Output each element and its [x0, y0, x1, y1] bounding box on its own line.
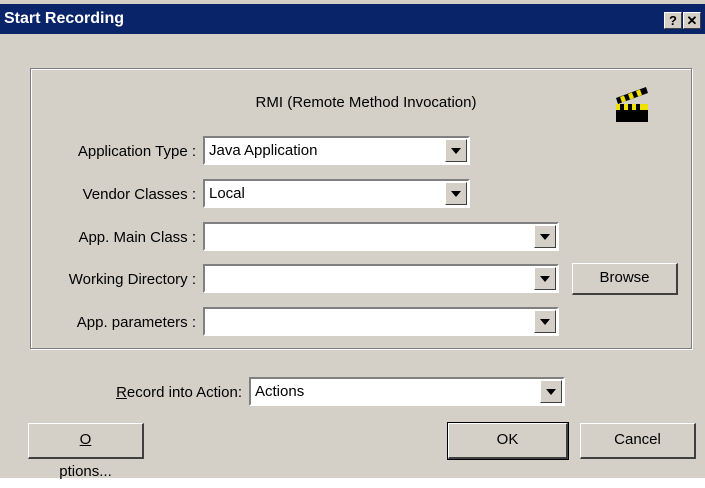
record-accelerator: R [116, 384, 127, 401]
cancel-button-label: Cancel [614, 431, 661, 448]
application-type-label: Application Type : [77, 143, 196, 160]
vendor-classes-value: Local [209, 185, 245, 202]
chevron-down-icon[interactable] [540, 380, 562, 403]
browse-button[interactable]: Browse [572, 263, 678, 295]
chevron-down-icon[interactable] [445, 182, 467, 205]
application-type-combo[interactable]: Java Application [203, 136, 470, 165]
main-class-label: App. Main Class : [78, 229, 196, 246]
options-button-label: Options... [29, 424, 142, 488]
group-heading: RMI (Remote Method Invocation) [255, 94, 477, 111]
record-into-action-value: Actions [255, 383, 305, 400]
cancel-button[interactable]: Cancel [580, 423, 696, 459]
ok-button-label: OK [496, 431, 519, 448]
clapperboard-icon [616, 87, 648, 122]
working-directory-label: Working Directory : [68, 271, 196, 288]
start-recording-dialog: Start Recording ? ✕ RMI (Remote Method I… [0, 0, 705, 480]
chevron-down-icon[interactable] [534, 225, 556, 248]
browse-button-label: Browse [599, 269, 650, 286]
record-into-action-label: Record into Action: [60, 384, 242, 401]
options-label-rest: ptions... [59, 463, 112, 480]
options-button[interactable]: Options... [28, 423, 144, 480]
chevron-down-icon[interactable] [534, 310, 556, 333]
vendor-classes-label: Vendor Classes : [82, 186, 196, 203]
application-type-value: Java Application [209, 142, 318, 159]
record-into-action-combo[interactable]: Actions [249, 377, 565, 406]
chevron-down-icon[interactable] [445, 139, 467, 162]
app-parameters-label: App. parameters : [76, 314, 196, 331]
title-bar: Start Recording ? ✕ [0, 4, 705, 34]
main-class-combo[interactable] [203, 222, 559, 251]
app-parameters-combo[interactable] [203, 307, 559, 336]
vendor-classes-combo[interactable]: Local [203, 179, 470, 208]
record-label-rest: ecord into Action: [126, 384, 242, 401]
ok-button[interactable]: OK [447, 422, 569, 460]
options-accelerator: O [79, 431, 92, 448]
working-directory-combo[interactable] [203, 264, 559, 293]
window-title: Start Recording [4, 10, 125, 27]
close-button[interactable]: ✕ [683, 12, 701, 29]
help-button[interactable]: ? [664, 12, 682, 29]
chevron-down-icon[interactable] [534, 267, 556, 290]
